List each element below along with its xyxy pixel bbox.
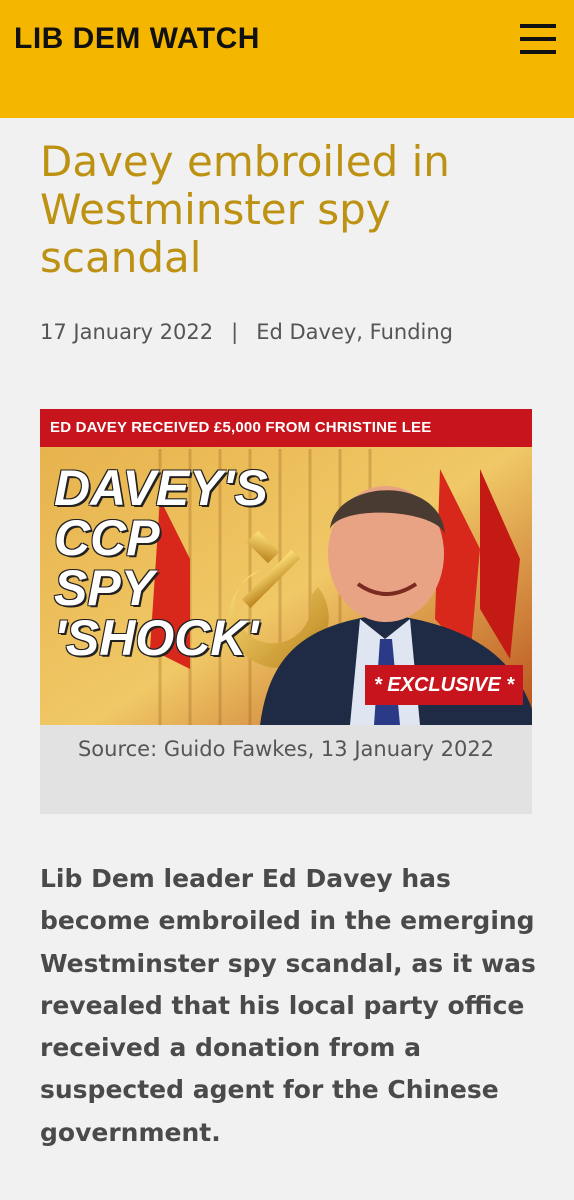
image-headline: DAVEY'S CCP SPY 'SHOCK' <box>54 463 268 663</box>
menu-line <box>520 24 556 28</box>
article-categories[interactable]: Ed Davey, Funding <box>256 320 453 344</box>
headline-line: SPY <box>54 560 155 616</box>
exclusive-badge: * EXCLUSIVE * <box>365 665 523 705</box>
hamburger-menu-icon[interactable] <box>520 24 556 54</box>
headline-line: 'SHOCK' <box>54 610 259 666</box>
article-meta: 17 January 2022 | Ed Davey, Funding <box>40 320 453 344</box>
site-header: LIB DEM WATCH <box>0 0 574 118</box>
article-lead: Lib Dem leader Ed Davey has become embro… <box>40 864 536 1147</box>
headline-line: CCP <box>54 510 160 566</box>
menu-line <box>520 50 556 54</box>
image-caption: Source: Guido Fawkes, 13 January 2022 <box>77 737 495 761</box>
article-title: Davey embroiled in Westminster spy scand… <box>40 137 450 282</box>
article-figure: ED DAVEY RECEIVED £5,000 FROM CHRISTINE … <box>40 409 532 814</box>
article-date: 17 January 2022 <box>40 320 214 344</box>
hero-image[interactable]: ED DAVEY RECEIVED £5,000 FROM CHRISTINE … <box>40 409 532 725</box>
image-banner: ED DAVEY RECEIVED £5,000 FROM CHRISTINE … <box>40 409 532 447</box>
meta-separator: | <box>231 320 239 344</box>
site-brand[interactable]: LIB DEM WATCH <box>14 22 260 56</box>
headline-line: DAVEY'S <box>54 460 268 516</box>
menu-line <box>520 37 556 41</box>
